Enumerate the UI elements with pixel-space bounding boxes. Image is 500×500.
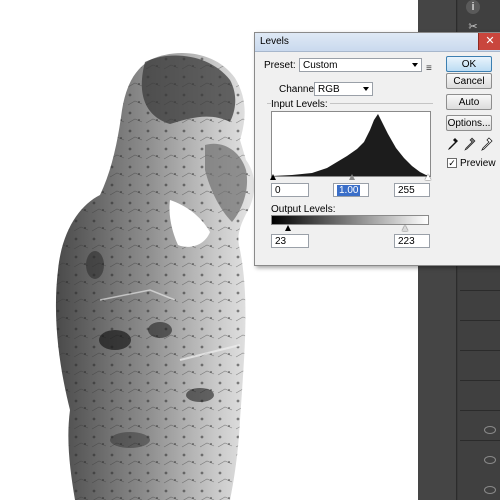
preset-options-menu-icon[interactable]: ≡	[426, 63, 432, 74]
auto-button[interactable]: Auto	[446, 94, 492, 110]
chevron-down-icon	[363, 87, 369, 91]
channel-select[interactable]: RGB	[314, 82, 373, 96]
visibility-eye-icon[interactable]	[484, 456, 496, 464]
white-eyedropper-icon[interactable]	[481, 137, 493, 151]
input-white-slider[interactable]	[425, 174, 431, 180]
cancel-button[interactable]: Cancel	[446, 73, 492, 89]
options-button[interactable]: Options...	[446, 115, 492, 131]
input-black-field[interactable]: 0	[271, 183, 309, 197]
chevron-down-icon	[412, 63, 418, 67]
channel-value: RGB	[318, 84, 340, 95]
preset-select[interactable]: Custom	[299, 58, 422, 72]
black-eyedropper-icon[interactable]	[447, 137, 459, 151]
histogram-graph	[272, 114, 430, 176]
input-black-slider[interactable]	[270, 174, 276, 180]
visibility-eye-icon[interactable]	[484, 486, 496, 494]
output-white-field[interactable]: 223	[394, 234, 430, 248]
input-gamma-value: 1.00	[337, 185, 361, 196]
layer-row-divider	[460, 440, 500, 441]
output-white-slider[interactable]	[402, 225, 408, 231]
input-gamma-field[interactable]: 1.00	[333, 183, 369, 197]
info-icon[interactable]: i	[466, 0, 480, 14]
output-levels-label: Output Levels:	[271, 204, 336, 215]
gray-eyedropper-icon[interactable]	[464, 137, 476, 151]
visibility-eye-icon[interactable]	[484, 426, 496, 434]
layer-row-divider	[460, 380, 500, 381]
preset-value: Custom	[303, 60, 338, 71]
layer-row-divider	[460, 320, 500, 321]
preview-checkbox[interactable]: ✓	[447, 158, 457, 168]
output-black-field[interactable]: 23	[271, 234, 309, 248]
layer-row-divider	[460, 290, 500, 291]
input-levels-label: Input Levels:	[271, 99, 330, 110]
preset-label: Preset:	[264, 60, 296, 71]
output-black-slider[interactable]	[285, 225, 291, 231]
layer-row-divider	[460, 410, 500, 411]
close-button[interactable]: ✕	[478, 33, 500, 50]
dialog-titlebar[interactable]: Levels ✕	[255, 33, 500, 52]
ok-button[interactable]: OK	[446, 56, 492, 72]
input-gamma-slider[interactable]	[349, 174, 355, 180]
levels-dialog: Levels ✕ Preset: Custom ≡ Channel: RGB I…	[254, 32, 500, 266]
dialog-title: Levels	[260, 36, 289, 47]
preview-label: Preview	[460, 158, 496, 169]
histogram	[271, 111, 431, 177]
input-white-field[interactable]: 255	[394, 183, 430, 197]
output-gradient-bar	[271, 215, 429, 225]
layer-row-divider	[460, 350, 500, 351]
